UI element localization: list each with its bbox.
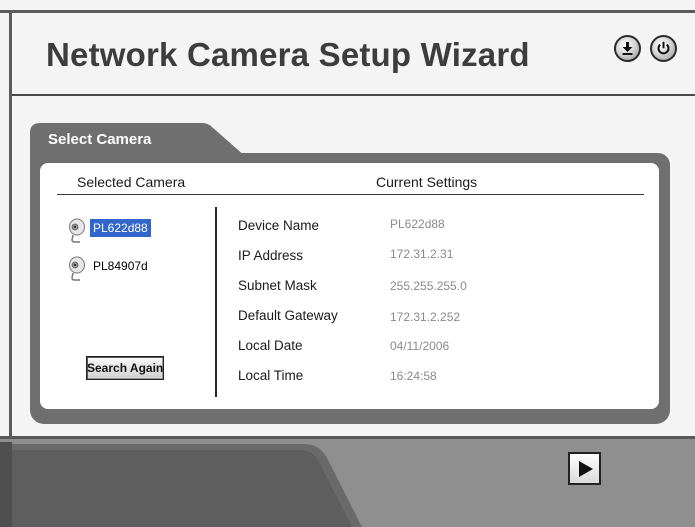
local-date-value: 04/11/2006 xyxy=(390,339,450,353)
column-divider xyxy=(215,207,217,397)
page-title: Network Camera Setup Wizard xyxy=(46,36,530,73)
local-date-label: Local Date xyxy=(238,338,303,353)
title-divider xyxy=(12,94,695,96)
subnet-mask-label: Subnet Mask xyxy=(238,278,317,293)
search-again-button[interactable]: Search Again xyxy=(86,356,164,380)
camera-icon xyxy=(69,256,85,281)
local-time-label: Local Time xyxy=(238,368,304,383)
selected-camera-heading: Selected Camera xyxy=(77,174,186,190)
camera-icon xyxy=(69,218,85,243)
device-name-label: Device Name xyxy=(238,218,320,233)
default-gateway-label: Default Gateway xyxy=(238,308,338,323)
device-name-value: PL622d88 xyxy=(390,217,445,231)
subnet-mask-value: 255.255.255.0 xyxy=(390,279,467,293)
camera-name: PL84907d xyxy=(93,259,148,273)
ip-address-value: 172.31.2.31 xyxy=(390,247,454,261)
power-icon xyxy=(657,41,670,55)
next-button[interactable] xyxy=(568,452,601,485)
local-time-value: 16:24:58 xyxy=(390,369,437,383)
default-gateway-value: 172.31.2.252 xyxy=(390,310,461,324)
window-frame-top xyxy=(0,10,695,13)
ip-address-label: IP Address xyxy=(238,248,304,263)
current-settings-heading: Current Settings xyxy=(376,174,478,190)
play-next-icon xyxy=(579,461,593,477)
download-button[interactable] xyxy=(614,35,641,62)
power-button[interactable] xyxy=(650,35,677,62)
tab-label: Select Camera xyxy=(48,131,152,148)
camera-name: PL622d88 xyxy=(90,219,151,237)
download-icon xyxy=(622,42,633,55)
header-divider xyxy=(57,194,644,195)
setup-wizard-window: Network Camera Setup Wizard Select Camer… xyxy=(0,0,695,527)
